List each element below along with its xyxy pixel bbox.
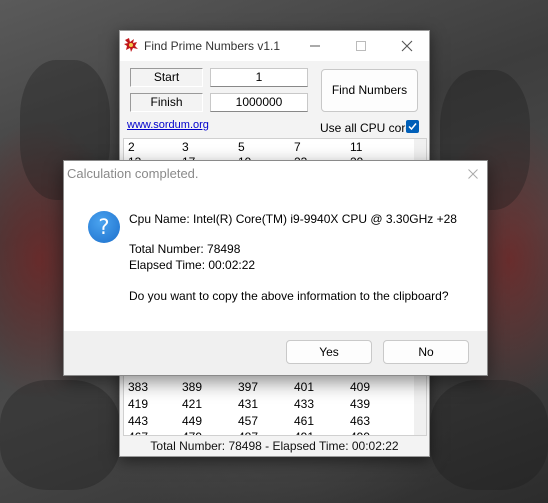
calculation-dialog: Calculation completed. ? Cpu Name: Intel… (63, 160, 488, 376)
cpu-name-text: Cpu Name: Intel(R) Core(TM) i9-9940X CPU… (129, 212, 457, 226)
prime-cell: 409 (350, 380, 371, 394)
prime-cell: 389 (182, 380, 203, 394)
total-number-text: Total Number: 78498 (129, 242, 241, 256)
list-item: 383 389 397 401 409 (124, 380, 414, 395)
dialog-title: Calculation completed. (67, 166, 199, 181)
maximize-button[interactable] (338, 31, 384, 61)
prime-cell: 467 (128, 430, 148, 435)
prime-cell: 7 (294, 140, 301, 154)
list-item: 419 421 431 433 439 (124, 397, 414, 412)
prime-cell: 443 (128, 414, 149, 428)
prime-cell: 383 (128, 380, 149, 394)
prime-cell: 2 (128, 140, 135, 154)
list-item: 443 449 457 461 463 (124, 414, 414, 429)
find-numbers-button[interactable]: Find Numbers (321, 69, 418, 112)
dialog-title-bar[interactable]: Calculation completed. (64, 161, 487, 186)
close-button[interactable] (384, 31, 430, 61)
prime-cell: 439 (350, 397, 371, 411)
prime-cell: 499 (350, 430, 370, 435)
start-label: Start (130, 68, 203, 87)
prime-cell: 401 (294, 380, 315, 394)
minimize-button[interactable] (292, 31, 338, 61)
yes-button[interactable]: Yes (286, 340, 372, 364)
prime-cell: 431 (238, 397, 259, 411)
finish-input[interactable]: 1000000 (210, 93, 308, 112)
window-title: Find Prime Numbers v1.1 (144, 39, 281, 53)
question-icon: ? (88, 211, 120, 243)
no-button[interactable]: No (383, 340, 469, 364)
finish-label: Finish (130, 93, 203, 112)
wallpaper-shape (0, 380, 120, 490)
title-bar[interactable]: Find Prime Numbers v1.1 (120, 31, 429, 61)
clipboard-question-text: Do you want to copy the above informatio… (129, 289, 449, 303)
prime-cell: 463 (350, 414, 371, 428)
prime-cell: 479 (182, 430, 202, 435)
prime-cell: 421 (182, 397, 203, 411)
prime-cell: 433 (294, 397, 315, 411)
prime-cell: 457 (238, 414, 259, 428)
list-item: 2 3 5 7 11 (124, 140, 414, 155)
wallpaper-shape (430, 380, 548, 490)
list-item: 467 479 487 491 499 (124, 430, 414, 435)
elapsed-time-text: Elapsed Time: 00:02:22 (129, 258, 256, 272)
sordum-link[interactable]: www.sordum.org (127, 119, 209, 131)
status-bar: Total Number: 78498 - Elapsed Time: 00:0… (150, 439, 399, 453)
prime-cell: 491 (294, 430, 314, 435)
cpu-cores-label: Use all CPU cores (320, 121, 419, 135)
prime-cell: 11 (350, 140, 363, 154)
dialog-body: ? Cpu Name: Intel(R) Core(TM) i9-9940X C… (64, 186, 487, 331)
prime-cell: 419 (128, 397, 149, 411)
start-input[interactable]: 1 (210, 68, 308, 87)
prime-cell: 461 (294, 414, 315, 428)
prime-cell: 397 (238, 380, 259, 394)
prime-cell: 449 (182, 414, 203, 428)
prime-cell: 487 (238, 430, 258, 435)
cpu-cores-checkbox[interactable] (406, 120, 419, 133)
prime-cell: 5 (238, 140, 245, 154)
red-dragon-icon (123, 37, 139, 53)
dialog-close-icon[interactable] (468, 168, 478, 182)
prime-cell: 3 (182, 140, 189, 154)
